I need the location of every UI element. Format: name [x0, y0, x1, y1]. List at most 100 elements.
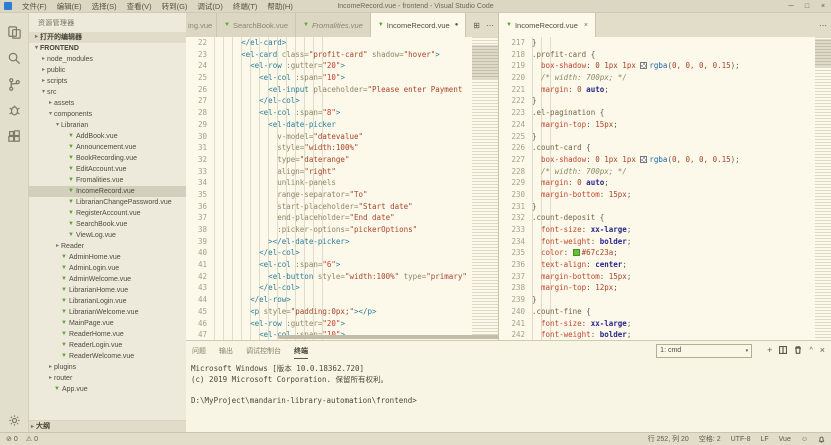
- panel-tab-问题[interactable]: 问题: [192, 343, 206, 359]
- tree-item-incomerecord-vue[interactable]: ▼IncomeRecord.vue: [29, 186, 186, 197]
- split-terminal-icon[interactable]: [779, 346, 787, 356]
- code-line[interactable]: 229 margin: 0 auto;: [499, 177, 831, 189]
- status-utf-8[interactable]: UTF-8: [731, 436, 751, 443]
- code-line[interactable]: 34 unlink-panels: [186, 177, 498, 189]
- tree-item-reader[interactable]: ▸Reader: [29, 241, 186, 252]
- panel-tab-调试控制台[interactable]: 调试控制台: [246, 343, 281, 359]
- menu-item-help[interactable]: 帮助(H): [262, 2, 297, 11]
- code-line[interactable]: 240.count-fine {: [499, 306, 831, 318]
- code-line[interactable]: 221 margin: 0 auto;: [499, 84, 831, 96]
- code-line[interactable]: 22 </el-card>: [186, 37, 498, 49]
- terminal-select[interactable]: 1: cmd ▾: [656, 344, 752, 358]
- menu-item-debug[interactable]: 调试(D): [192, 2, 227, 11]
- tree-item-scripts[interactable]: ▸scripts: [29, 76, 186, 87]
- tree-item-adminlogin-vue[interactable]: ▼AdminLogin.vue: [29, 263, 186, 274]
- tab-ing-vue[interactable]: ing.vue: [186, 13, 217, 37]
- code-line[interactable]: 41 <el-col :span="6">: [186, 259, 498, 271]
- tree-item-public[interactable]: ▸public: [29, 65, 186, 76]
- code-line[interactable]: 219 box-shadow: 0 1px 1px rgba(0, 0, 0, …: [499, 60, 831, 72]
- maximize-icon[interactable]: □: [799, 3, 815, 10]
- source-control-icon[interactable]: [2, 71, 26, 97]
- tree-item-readerwelcome-vue[interactable]: ▼ReaderWelcome.vue: [29, 351, 186, 362]
- explorer-icon[interactable]: [2, 19, 26, 45]
- more-actions-icon[interactable]: ⋯: [819, 21, 827, 30]
- tree-item-mainpage-vue[interactable]: ▼MainPage.vue: [29, 318, 186, 329]
- menu-item-go[interactable]: 转到(G): [157, 2, 193, 11]
- split-editor-icon[interactable]: ⊞: [473, 21, 480, 30]
- minimap-slider[interactable]: [472, 45, 498, 79]
- code-line[interactable]: 236 text-align: center;: [499, 259, 831, 271]
- code-line[interactable]: 222}: [499, 95, 831, 107]
- tree-item-components[interactable]: ▾components: [29, 109, 186, 120]
- menu-item-terminal[interactable]: 终端(T): [228, 2, 263, 11]
- tree-item-searchbook-vue[interactable]: ▼SearchBook.vue: [29, 219, 186, 230]
- code-line[interactable]: 36 start-placeholder="Start date": [186, 201, 498, 213]
- status-空格-2[interactable]: 空格: 2: [699, 434, 721, 444]
- code-line[interactable]: 223.el-pagination {: [499, 107, 831, 119]
- code-line[interactable]: 24 <el-row :gutter="20">: [186, 60, 498, 72]
- code-line[interactable]: 241 font-size: xx-large;: [499, 318, 831, 330]
- tree-item-assets[interactable]: ▸assets: [29, 98, 186, 109]
- code-line[interactable]: 38 :picker-options="pickerOptions": [186, 224, 498, 236]
- tree-item-librarianlogin-vue[interactable]: ▼LibrarianLogin.vue: [29, 296, 186, 307]
- tree-item-src[interactable]: ▾src: [29, 87, 186, 98]
- tree-item-librarianchangepassword-vue[interactable]: ▼LibrarianChangePassword.vue: [29, 197, 186, 208]
- code-line[interactable]: 231}: [499, 201, 831, 213]
- tab-incomerecord-vue[interactable]: ▼IncomeRecord.vue●: [371, 13, 467, 37]
- code-line[interactable]: 46 <el-row :gutter="20">: [186, 318, 498, 330]
- tree-item-app-vue[interactable]: ▼App.vue: [29, 384, 186, 395]
- code-line[interactable]: 239}: [499, 294, 831, 306]
- panel-tab-终端[interactable]: 终端: [294, 343, 308, 359]
- code-line[interactable]: 227 box-shadow: 0 1px 1px rgba(0, 0, 0, …: [499, 154, 831, 166]
- close-tab-icon[interactable]: ×: [584, 22, 588, 29]
- tree-item-librarian[interactable]: ▾Librarian: [29, 120, 186, 131]
- tree-item-frontend[interactable]: ▾FRONTEND: [29, 43, 186, 54]
- feedback-smiley-icon[interactable]: ☺: [801, 436, 808, 443]
- editor-pane-styles[interactable]: 217}218.profit-card {219 box-shadow: 0 1…: [499, 37, 831, 340]
- tab-searchbook-vue[interactable]: ▼SearchBook.vue: [217, 13, 296, 37]
- menu-item-file[interactable]: 文件(F): [17, 2, 52, 11]
- close-icon[interactable]: ×: [815, 3, 831, 10]
- code-line[interactable]: 225}: [499, 131, 831, 143]
- close-panel-icon[interactable]: ×: [820, 346, 825, 355]
- status-行-252-列-20[interactable]: 行 252, 列 20: [648, 434, 689, 444]
- code-line[interactable]: 42 <el-button style="width:100%" type="p…: [186, 271, 498, 283]
- tree-item-打开的编辑器[interactable]: ▸打开的编辑器: [29, 32, 186, 43]
- code-line[interactable]: 35 range-separator="To": [186, 189, 498, 201]
- minimap[interactable]: [815, 37, 831, 340]
- kill-terminal-trash-icon[interactable]: [794, 346, 802, 356]
- code-line[interactable]: 226.count-card {: [499, 142, 831, 154]
- tree-item-registeraccount-vue[interactable]: ▼RegisterAccount.vue: [29, 208, 186, 219]
- code-line[interactable]: 217}: [499, 37, 831, 49]
- code-line[interactable]: 43 </el-col>: [186, 282, 498, 294]
- tree-item-adminwelcome-vue[interactable]: ▼AdminWelcome.vue: [29, 274, 186, 285]
- tree-item-librarianhome-vue[interactable]: ▼LibrarianHome.vue: [29, 285, 186, 296]
- code-line[interactable]: 234 font-weight: bolder;: [499, 236, 831, 248]
- tree-item-viewlog-vue[interactable]: ▼ViewLog.vue: [29, 230, 186, 241]
- code-line[interactable]: 31 style="width:100%": [186, 142, 498, 154]
- errors-indicator[interactable]: ⊘ 0: [6, 435, 18, 443]
- search-icon[interactable]: [2, 45, 26, 71]
- code-line[interactable]: 238 margin-top: 12px;: [499, 282, 831, 294]
- tree-item-adminhome-vue[interactable]: ▼AdminHome.vue: [29, 252, 186, 263]
- code-line[interactable]: 28 <el-col :span="8">: [186, 107, 498, 119]
- menu-item-selection[interactable]: 选择(S): [87, 2, 122, 11]
- maximize-panel-icon[interactable]: ^: [809, 346, 812, 355]
- code-line[interactable]: 32 type="daterange": [186, 154, 498, 166]
- status-vue[interactable]: Vue: [779, 436, 791, 443]
- debug-icon[interactable]: [2, 97, 26, 123]
- code-line[interactable]: 26 <el-input placeholder="Please enter P…: [186, 84, 498, 96]
- code-line[interactable]: 224 margin-top: 15px;: [499, 119, 831, 131]
- extensions-icon[interactable]: [2, 123, 26, 149]
- editor-pane-template[interactable]: 22 </el-card>23 <el-card class="profit-c…: [186, 37, 499, 340]
- tree-item-librarianwelcome-vue[interactable]: ▼LibrarianWelcome.vue: [29, 307, 186, 318]
- code-line[interactable]: 39 ></el-date-picker>: [186, 236, 498, 248]
- tree-item-fromalities-vue[interactable]: ▼Fromalities.vue: [29, 175, 186, 186]
- minimap-slider[interactable]: [815, 39, 831, 67]
- code-line[interactable]: 23 <el-card class="profit-card" shadow="…: [186, 49, 498, 61]
- code-line[interactable]: 237 margin-bottom: 15px;: [499, 271, 831, 283]
- tab-fromalities-vue[interactable]: ▼Fromalities.vue: [296, 13, 371, 37]
- tree-item-announcement-vue[interactable]: ▼Announcement.vue: [29, 142, 186, 153]
- code-line[interactable]: 228 /* width: 700px; */: [499, 166, 831, 178]
- terminal-content[interactable]: Microsoft Windows [版本 10.0.18362.720](c)…: [186, 360, 831, 433]
